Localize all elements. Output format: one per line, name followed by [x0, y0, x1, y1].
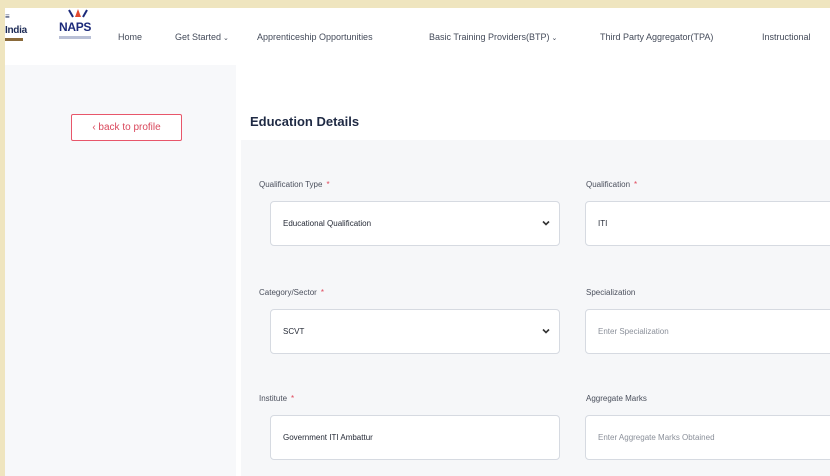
- category-sector-value: SCVT: [283, 327, 305, 336]
- specialization-placeholder: Enter Specialization: [598, 327, 669, 336]
- logo-mark-icon: ≡: [5, 12, 10, 21]
- nav-get-started[interactable]: Get Started ⌄: [175, 32, 229, 42]
- content-area: ‹ back to profile Education Details Qual…: [5, 65, 830, 476]
- institute-label: Institute *: [259, 394, 294, 403]
- page-title: Education Details: [250, 114, 360, 129]
- back-to-profile-button[interactable]: ‹ back to profile: [71, 114, 182, 141]
- category-sector-select[interactable]: SCVT: [270, 309, 560, 354]
- required-marker: *: [291, 394, 295, 403]
- institute-label-text: Institute: [259, 394, 288, 403]
- required-marker: *: [326, 180, 330, 189]
- logo-india-text: India: [5, 25, 27, 36]
- category-sector-label: Category/Sector *: [259, 288, 324, 297]
- left-column: ‹ back to profile: [5, 65, 236, 476]
- qualification-label-text: Qualification: [586, 180, 631, 189]
- logo-tagline-mark: [5, 38, 23, 41]
- qualification-type-value: Educational Qualification: [283, 219, 372, 228]
- nav-home[interactable]: Home: [118, 32, 142, 42]
- nav-apprenticeship-opportunities[interactable]: Apprenticeship Opportunities: [257, 32, 373, 42]
- qualification-label: Qualification *: [586, 180, 637, 189]
- qualification-value: ITI: [598, 219, 608, 228]
- nav-instructional-label: Instructional: [762, 32, 811, 42]
- category-sector-label-text: Category/Sector: [259, 288, 317, 297]
- required-marker: *: [634, 180, 638, 189]
- required-marker: *: [320, 288, 324, 297]
- naps-logo-text: NAPS: [59, 20, 92, 34]
- main-panel: Education Details Qualification Type * Ed…: [236, 65, 830, 476]
- nav-btp-label: Basic Training Providers(BTP): [429, 32, 550, 42]
- top-navbar: ≡ India NAPS Home Get Started ⌄ Apprentic…: [5, 8, 830, 65]
- qualification-type-label: Qualification Type *: [259, 180, 330, 189]
- chevron-down-icon: [542, 220, 550, 226]
- digital-india-logo[interactable]: ≡ India: [5, 12, 35, 52]
- aggregate-marks-input[interactable]: Enter Aggregate Marks Obtained: [585, 415, 830, 460]
- nav-apprenticeship-label: Apprenticeship Opportunities: [257, 32, 373, 42]
- education-form: Qualification Type * Educational Qualific…: [241, 140, 830, 476]
- aggregate-marks-placeholder: Enter Aggregate Marks Obtained: [598, 433, 715, 442]
- chevron-down-icon: ⌄: [223, 35, 229, 42]
- nav-instructional[interactable]: Instructional: [762, 32, 811, 42]
- chevron-down-icon: [542, 328, 550, 334]
- qualification-type-label-text: Qualification Type: [259, 180, 323, 189]
- qualification-field[interactable]: ITI: [585, 201, 830, 246]
- nav-basic-training-providers[interactable]: Basic Training Providers(BTP) ⌄: [429, 32, 557, 42]
- naps-logo[interactable]: NAPS: [57, 8, 105, 52]
- page: ≡ India NAPS Home Get Started ⌄ Apprentic…: [5, 8, 830, 476]
- nav-home-label: Home: [118, 32, 143, 42]
- specialization-input[interactable]: Enter Specialization: [585, 309, 830, 354]
- naps-tagline-mark: [59, 36, 91, 39]
- nav-get-started-label: Get Started: [175, 32, 222, 42]
- institute-value: Government ITI Ambattur: [283, 433, 373, 442]
- nav-third-party-aggregator[interactable]: Third Party Aggregator(TPA): [600, 32, 713, 42]
- specialization-label: Specialization: [586, 288, 635, 297]
- qualification-type-select[interactable]: Educational Qualification: [270, 201, 560, 246]
- aggregate-marks-label: Aggregate Marks: [586, 394, 647, 403]
- naps-emblem-icon: [68, 9, 88, 18]
- aggregate-marks-label-text: Aggregate Marks: [586, 394, 647, 403]
- nav-tpa-label: Third Party Aggregator(TPA): [600, 32, 714, 42]
- specialization-label-text: Specialization: [586, 288, 636, 297]
- institute-input[interactable]: Government ITI Ambattur: [270, 415, 560, 460]
- chevron-down-icon: ⌄: [551, 35, 558, 42]
